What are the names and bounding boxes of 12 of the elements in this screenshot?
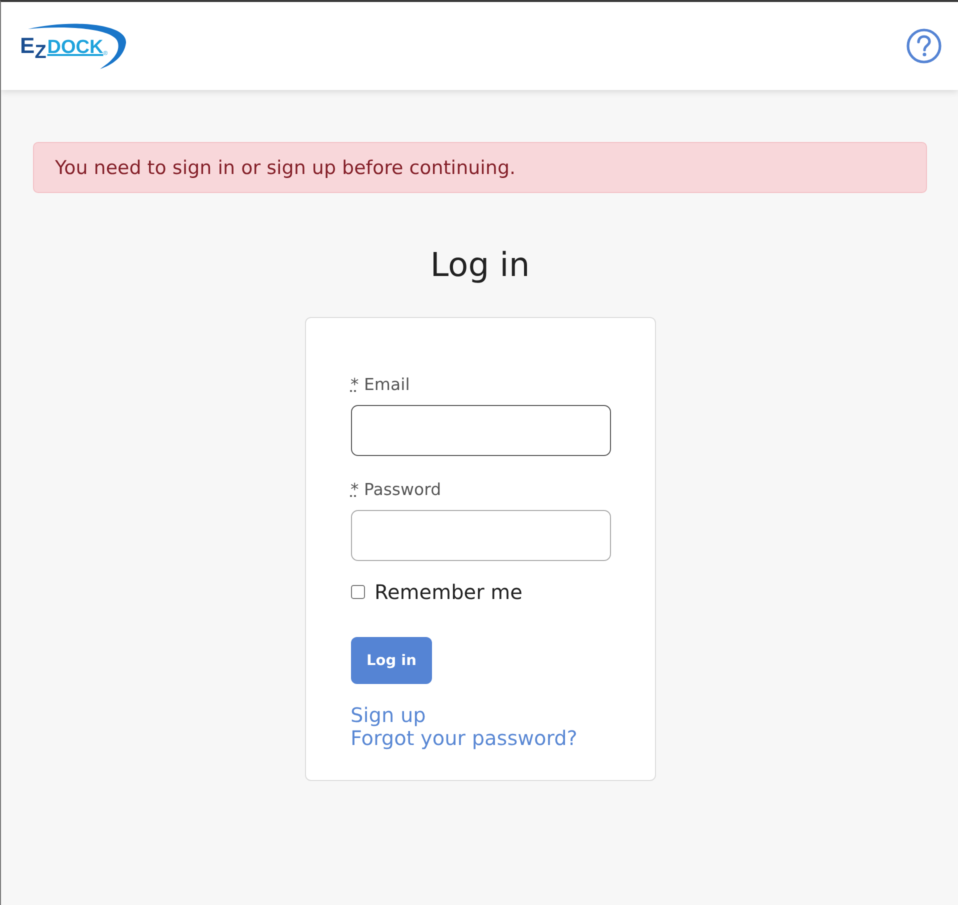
input-field[interactable]	[350, 510, 610, 561]
remember-label: Remember me	[374, 580, 522, 604]
link[interactable]: Sign up	[350, 704, 426, 727]
link[interactable]: Forgot your password?	[350, 727, 578, 750]
field-label: * Password	[350, 480, 442, 500]
page-title: Log in	[430, 245, 530, 285]
input-field[interactable]	[350, 405, 610, 456]
field-label: * Email	[350, 375, 410, 395]
checkbox[interactable]	[350, 585, 364, 599]
help-icon[interactable]	[906, 28, 942, 64]
alert-message: You need to sign in or sign up before continuing.	[33, 142, 927, 193]
login-button[interactable]: Log in	[350, 637, 432, 684]
